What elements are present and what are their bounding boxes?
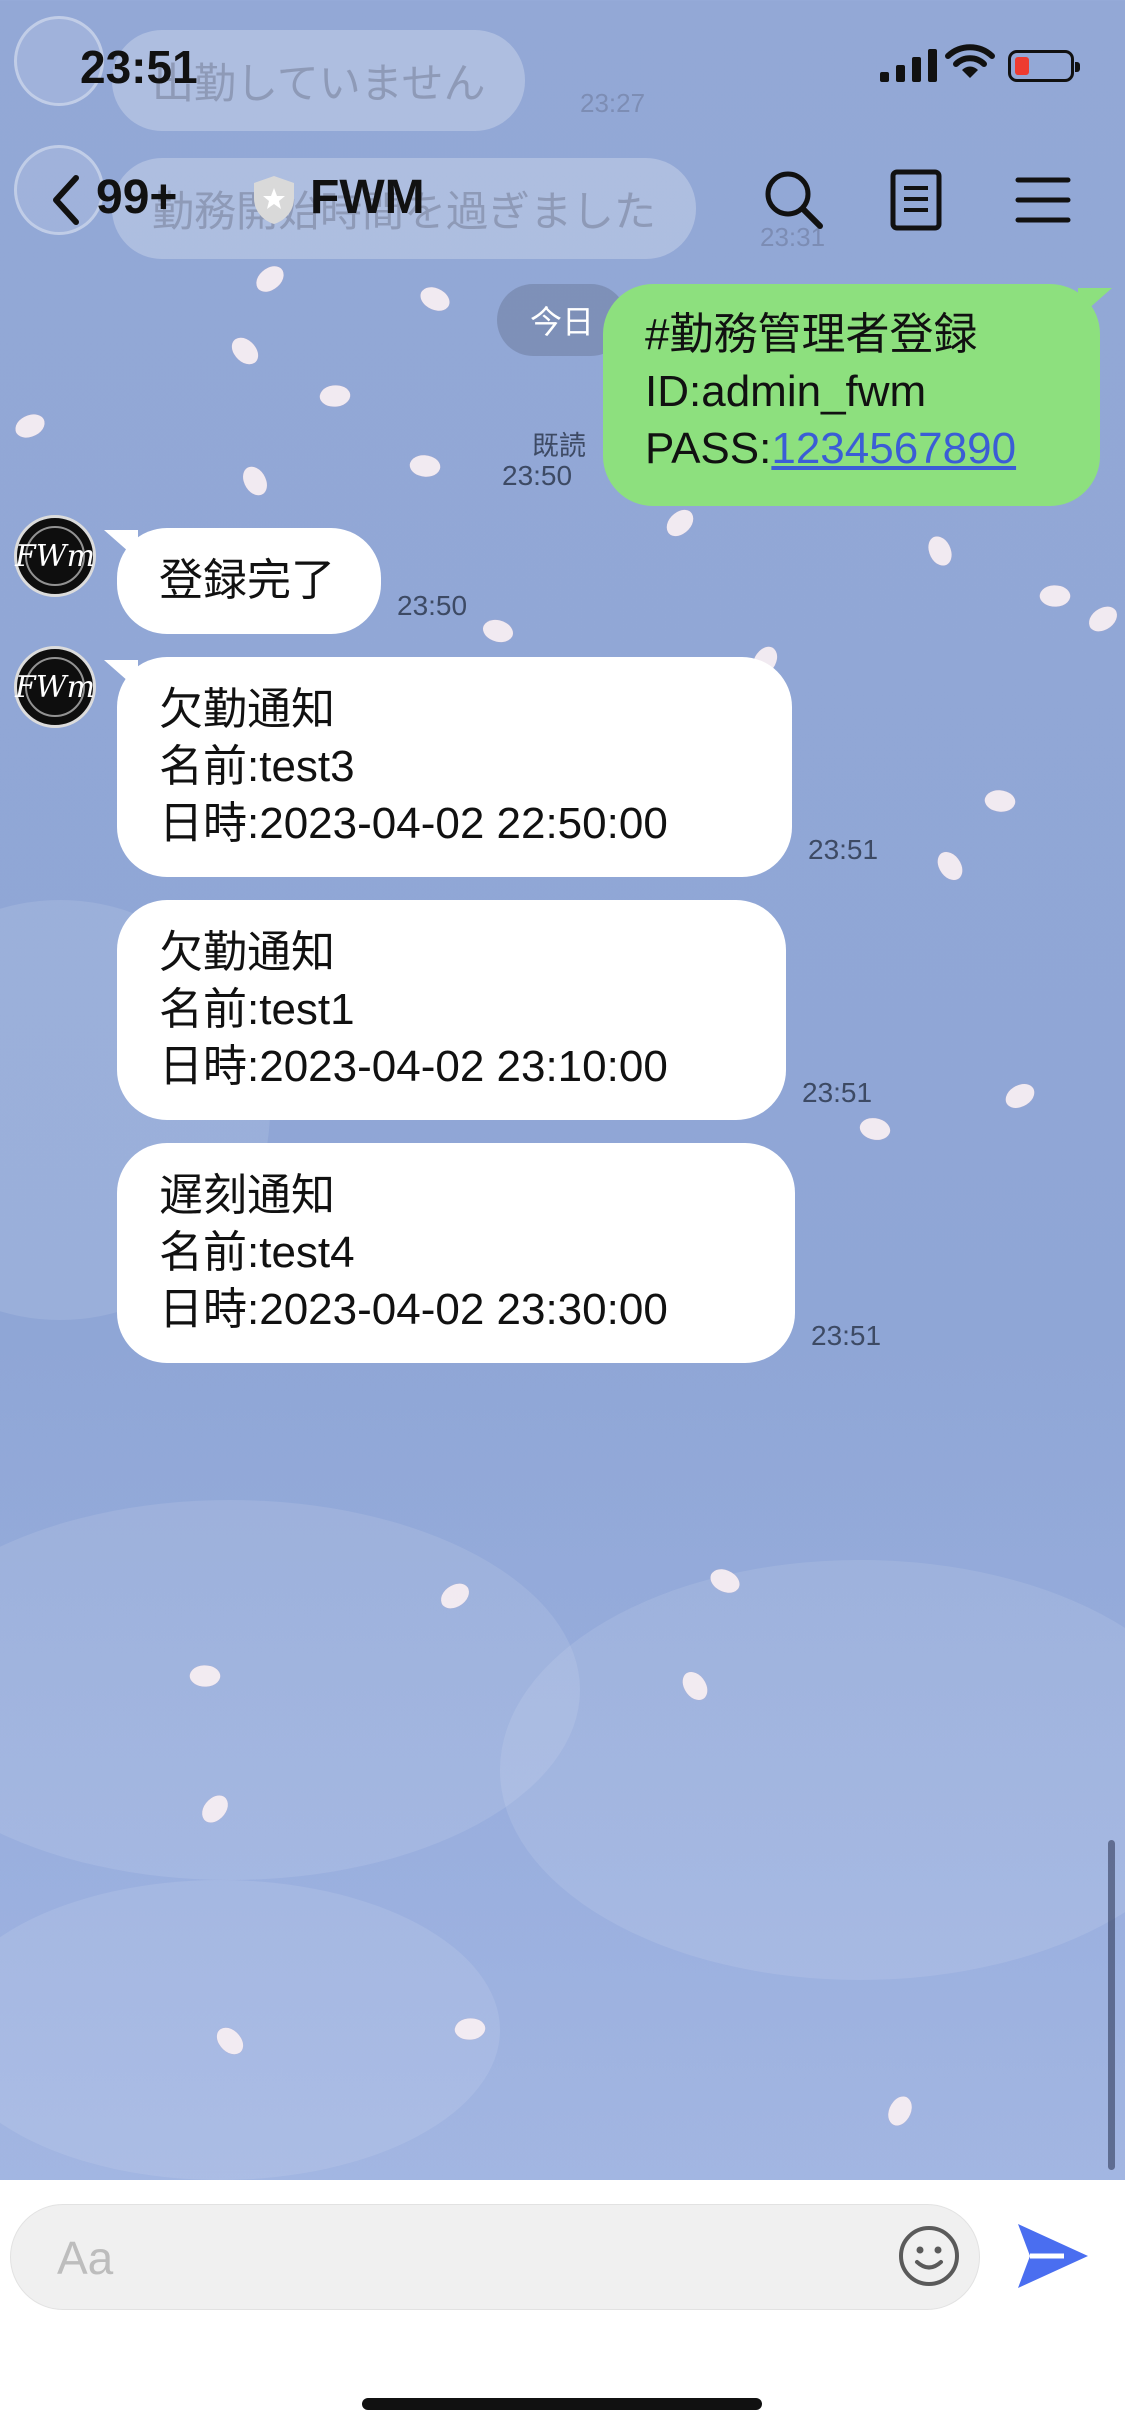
status-bar: 23:51: [0, 0, 1125, 140]
read-receipt: 既読: [532, 431, 586, 461]
message-line: #勤務管理者登録: [645, 310, 978, 359]
search-icon[interactable]: [760, 166, 828, 234]
message-line: 登録完了: [159, 556, 335, 605]
chat-header: 99+ FWM: [0, 150, 1125, 250]
smiley-icon[interactable]: [896, 2223, 962, 2289]
message-line: ID:admin_fwm: [645, 367, 927, 416]
scrollbar[interactable]: [1108, 1840, 1115, 2170]
chat-title: FWM: [310, 171, 425, 224]
received-message[interactable]: 欠勤通知 名前:test1 日時:2023-04-02 23:10:00: [117, 900, 786, 1120]
message-time: 23:51: [811, 1320, 882, 1351]
avatar-label: FWm: [14, 669, 96, 705]
message-input[interactable]: Aa: [10, 2204, 980, 2310]
message-time: 23:51: [808, 834, 879, 865]
received-message[interactable]: 遅刻通知 名前:test4 日時:2023-04-02 23:30:00: [117, 1143, 795, 1363]
cellular-signal-icon: [880, 48, 937, 82]
message-line: 欠勤通知: [159, 685, 335, 734]
phone-number-link[interactable]: 1234567890: [771, 424, 1016, 473]
message-time: 23:50: [502, 460, 573, 491]
status-time: 23:51: [80, 41, 198, 93]
input-placeholder: Aa: [57, 2232, 114, 2284]
message-line: 日時:2023-04-02 23:10:00: [159, 1042, 668, 1091]
message-line: 日時:2023-04-02 22:50:00: [159, 799, 668, 848]
received-message[interactable]: 欠勤通知 名前:test3 日時:2023-04-02 22:50:00: [117, 657, 792, 877]
home-indicator: [362, 2398, 762, 2410]
message-line: 名前:test4: [159, 1228, 355, 1277]
pass-label: PASS:: [645, 424, 772, 473]
message-input-bar: Aa: [0, 2180, 1125, 2436]
wifi-icon: [945, 44, 995, 78]
message-line: PASS:1234567890: [645, 420, 1058, 477]
shield-icon: [254, 176, 294, 224]
sent-message[interactable]: #勤務管理者登録 ID:admin_fwm PASS:1234567890: [603, 284, 1100, 506]
notes-icon[interactable]: [884, 166, 950, 234]
menu-icon[interactable]: [1012, 166, 1074, 234]
message-line: 名前:test1: [159, 985, 355, 1034]
send-icon[interactable]: [1012, 2218, 1092, 2294]
battery-icon: [1008, 50, 1080, 82]
avatar[interactable]: FWm: [14, 646, 96, 728]
chevron-left-icon[interactable]: [40, 170, 100, 230]
message-time: 23:51: [802, 1077, 873, 1108]
message-line: 欠勤通知: [159, 928, 335, 977]
avatar-label: FWm: [14, 538, 96, 574]
message-line: 遅刻通知: [159, 1171, 335, 1220]
message-line: 日時:2023-04-02 23:30:00: [159, 1285, 668, 1334]
message-time: 23:50: [397, 590, 468, 621]
unread-count[interactable]: 99+: [96, 170, 177, 225]
avatar[interactable]: FWm: [14, 515, 96, 597]
message-line: 名前:test3: [159, 742, 355, 791]
received-message[interactable]: 登録完了: [117, 528, 381, 634]
